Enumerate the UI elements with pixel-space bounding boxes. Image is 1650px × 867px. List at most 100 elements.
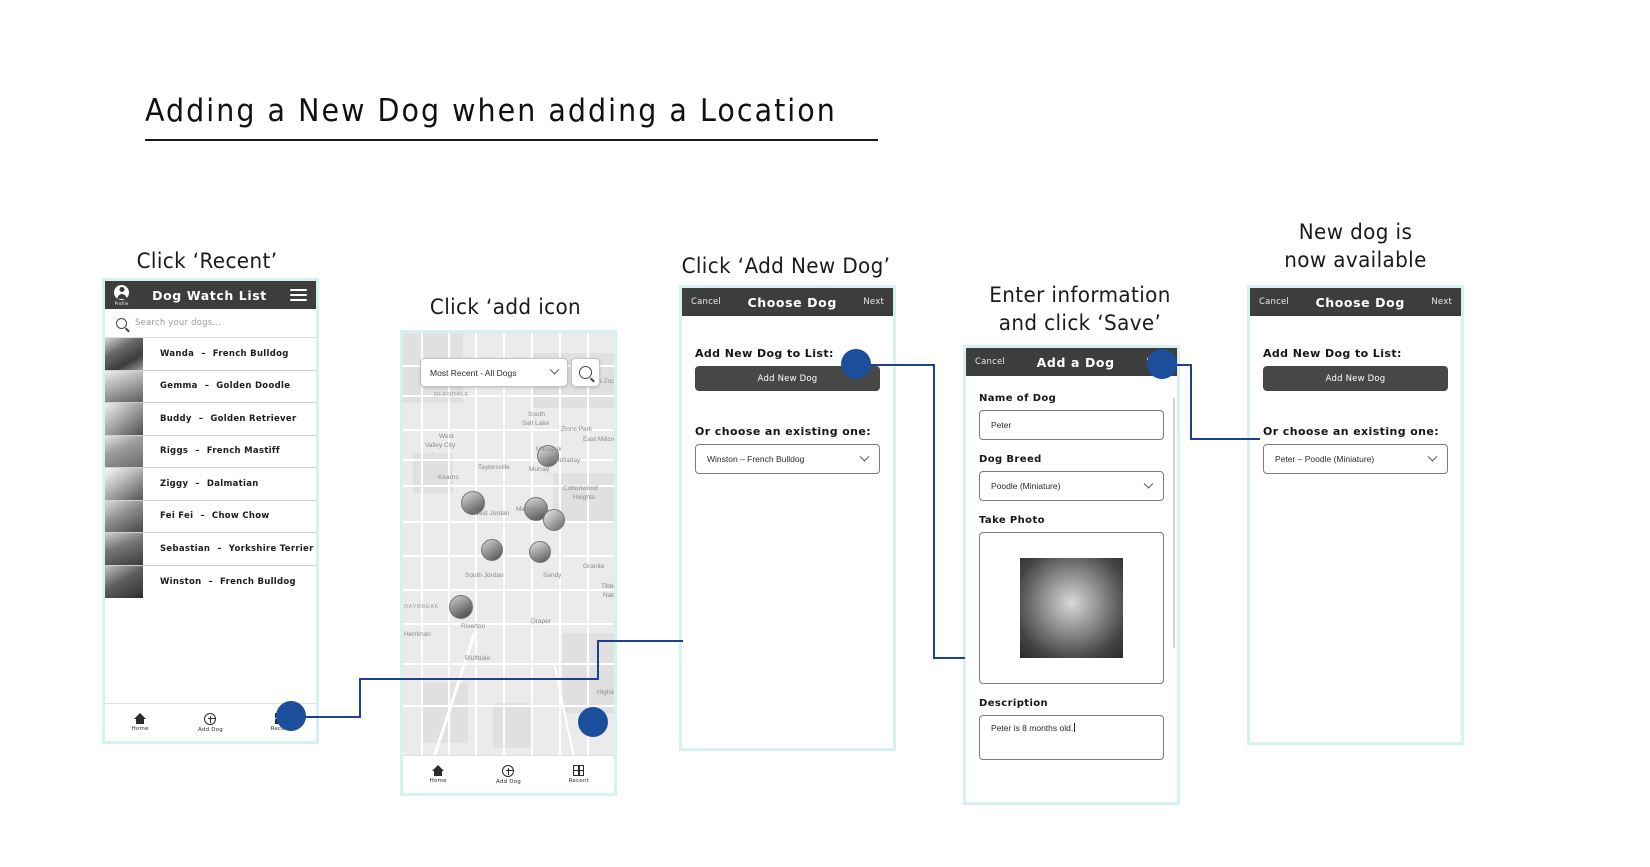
dog-avatar: [105, 370, 143, 402]
connector-1-vertical: [359, 678, 361, 718]
dog-avatar: [105, 565, 143, 598]
map-dog-marker[interactable]: [529, 541, 551, 563]
plus-circle-icon: [204, 712, 217, 725]
add-new-dog-button[interactable]: Add New Dog: [1263, 366, 1448, 391]
map-label: Heights: [573, 494, 596, 501]
click-indicator-add-icon: [578, 707, 608, 737]
next-button[interactable]: Next: [1431, 297, 1452, 307]
search-icon: [116, 317, 127, 329]
map-dog-marker[interactable]: [481, 539, 503, 561]
next-button[interactable]: Next: [863, 297, 884, 307]
screen4-header: Cancel Add a Dog Save: [966, 348, 1177, 376]
search-bar[interactable]: Search your dogs...: [105, 309, 316, 338]
existing-dog-select[interactable]: Winston – French Bulldog: [695, 444, 880, 474]
list-item[interactable]: Winston – French Bulldog: [105, 565, 316, 599]
dog-breed-select[interactable]: Poodle (Miniature): [979, 471, 1164, 501]
dog-sep: –: [217, 543, 222, 554]
map-label: East Millcreek: [583, 436, 614, 443]
screen3-header: Cancel Choose Dog Next: [682, 288, 893, 316]
dog-name: Riggs: [160, 446, 189, 457]
connector-1-to-screen3: [597, 640, 683, 642]
list-item[interactable]: Gemma – Golden Doodle: [105, 370, 316, 403]
map-label: West Jordan: [473, 510, 510, 517]
profile-icon[interactable]: Profile: [114, 284, 129, 306]
chevron-down-icon: [1143, 478, 1154, 489]
connector-2-vertical: [933, 364, 935, 658]
dog-name: Gemma: [160, 381, 198, 392]
dog-breed-value: Poodle (Miniature): [991, 481, 1061, 491]
map-label: Herriman: [404, 631, 431, 638]
dog-row-text: Sebastian – Yorkshire Terrier: [143, 533, 316, 565]
search-input[interactable]: Search your dogs...: [135, 318, 221, 328]
description-textarea[interactable]: Peter is 8 months old.: [979, 715, 1164, 760]
scrollbar[interactable]: [1173, 398, 1175, 648]
map-dog-marker[interactable]: [449, 595, 473, 619]
nav-label-add-dog: Add Dog: [198, 726, 223, 733]
cancel-button[interactable]: Cancel: [691, 297, 721, 307]
existing-dog-value: Peter – Poodle (Miniature): [1275, 454, 1375, 464]
annotation-click-add-icon: Click ‘add icon: [429, 295, 582, 319]
dog-sep: –: [198, 413, 204, 424]
map-label: South Jordan: [465, 572, 504, 579]
dog-row-text: Riggs – French Mastiff: [143, 436, 316, 468]
dog-breed: French Mastiff: [206, 446, 280, 457]
map-label: Murray: [529, 466, 550, 473]
dog-name: Fei Fei: [160, 511, 194, 522]
nav-item-recent[interactable]: Recent: [544, 765, 614, 784]
name-of-dog-label: Name of Dog: [979, 393, 1057, 404]
map-label: Salt Lake: [522, 420, 550, 427]
list-item[interactable]: Wanda – French Bulldog: [105, 338, 316, 371]
nav-item-home[interactable]: Home: [105, 713, 175, 732]
list-item[interactable]: Sebastian – Yorkshire Terrier: [105, 533, 316, 566]
dog-row-text: Winston – French Bulldog: [143, 566, 316, 599]
choose-existing-label: Or choose an existing one:: [1263, 425, 1440, 438]
map-filter-dropdown[interactable]: Most Recent - All Dogs: [420, 358, 568, 387]
dog-breed: Yorkshire Terrier: [228, 543, 314, 554]
map-dog-marker[interactable]: [543, 509, 565, 531]
annotation-click-add-new-dog: Click ‘Add New Dog’: [681, 254, 891, 278]
chevron-down-icon: [859, 451, 870, 462]
cancel-button[interactable]: Cancel: [1259, 297, 1289, 307]
dog-sep: –: [204, 381, 210, 392]
home-icon: [431, 765, 445, 776]
list-item[interactable]: Fei Fei – Chow Chow: [105, 500, 316, 533]
page-title: Adding a New Dog when adding a Location: [145, 93, 837, 129]
dog-row-text: Wanda – French Bulldog: [143, 338, 316, 370]
map-label: Valley City: [425, 442, 456, 449]
dog-name: Buddy: [160, 413, 192, 424]
map-search-button[interactable]: [571, 358, 600, 387]
take-photo-box[interactable]: [979, 532, 1164, 684]
dog-row-text: Buddy – Golden Retriever: [143, 403, 316, 435]
dog-avatar: [105, 338, 143, 370]
dog-avatar: [105, 435, 143, 467]
nav-item-add-dog[interactable]: Add Dog: [175, 712, 245, 733]
existing-dog-select[interactable]: Peter – Poodle (Miniature): [1263, 444, 1448, 474]
nav-label-home: Home: [429, 778, 447, 784]
map-label: DAYBREAK: [404, 604, 440, 610]
hamburger-icon[interactable]: [290, 286, 307, 304]
map-label: Draper: [531, 618, 551, 625]
dog-breed: Golden Retriever: [210, 413, 297, 424]
dog-avatar: [105, 533, 143, 565]
map-label: Tibble Fork: [601, 583, 614, 590]
nav-label-home: Home: [131, 726, 149, 732]
map-label: Zions Park: [561, 426, 593, 433]
nav-item-add-dog[interactable]: Add Dog: [473, 764, 543, 785]
nav-item-home[interactable]: Home: [403, 765, 473, 784]
home-icon: [133, 713, 147, 724]
dog-sep: –: [195, 446, 200, 457]
dog-row-text: Fei Fei – Chow Chow: [143, 501, 316, 533]
dog-row-text: Gemma – Golden Doodle: [143, 371, 316, 403]
list-item[interactable]: Riggs – French Mastiff: [105, 435, 316, 468]
map-label: Bluffdale: [465, 655, 491, 662]
map-label: Highland: [597, 689, 614, 696]
name-of-dog-input[interactable]: Peter: [979, 410, 1164, 440]
cancel-button[interactable]: Cancel: [975, 357, 1005, 367]
list-item[interactable]: Ziggy – Dalmatian: [105, 468, 316, 501]
list-item[interactable]: Buddy – Golden Retriever: [105, 403, 316, 436]
profile-label: Profile: [114, 300, 129, 306]
dog-name: Wanda: [160, 348, 195, 359]
nav-label-recent: Recent: [568, 778, 589, 784]
description-value: Peter is 8 months old.: [991, 723, 1074, 733]
dog-photo: [1020, 558, 1123, 658]
